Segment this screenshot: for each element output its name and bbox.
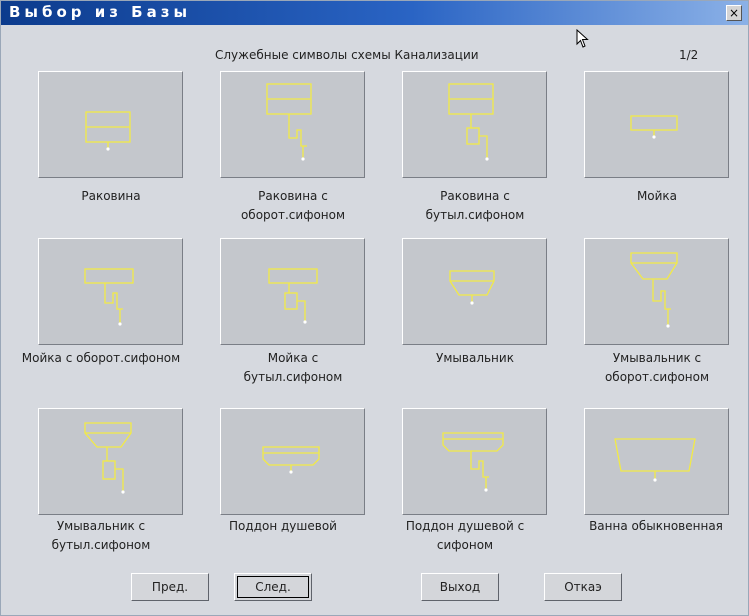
tile-caption: Мойка — [636, 189, 678, 203]
tile-caption: Мойка с оборот.сифоном — [21, 351, 181, 365]
washbasin-symbol-icon — [449, 270, 495, 305]
dialog-window: Выбор из Базы × Служебные символы схемы … — [0, 0, 749, 616]
tile-caption: Раковина с оборот.сифоном — [240, 189, 346, 222]
washbasin-with-bottle-trap-symbol-icon — [84, 422, 132, 494]
title-bar[interactable]: Выбор из Базы × — [1, 1, 748, 25]
sink-symbol-icon — [85, 111, 131, 151]
symbol-tile-sink[interactable] — [38, 71, 183, 178]
kitchen-sink-with-bottle-trap-symbol-icon — [268, 268, 318, 324]
symbol-tile-shower-tray[interactable] — [220, 408, 365, 515]
tile-caption: Умывальник с оборот.сифоном — [604, 351, 710, 384]
shower-tray-with-trap-symbol-icon — [442, 432, 504, 492]
tile-caption: Раковина с бутыл.сифоном — [425, 189, 525, 222]
window-title: Выбор из Базы — [9, 3, 192, 21]
symbol-tile-washbasin-trap[interactable] — [584, 238, 729, 345]
sink-with-bottle-trap-symbol-icon — [448, 83, 494, 161]
tile-caption: Умывальник с бутыл.сифоном — [51, 519, 151, 552]
next-button[interactable]: След. — [234, 573, 312, 601]
symbol-tile-kitchen-sink-bottle-trap[interactable] — [220, 238, 365, 345]
symbol-tile-kitchen-sink-trap[interactable] — [38, 238, 183, 345]
symbol-tile-sink-trap[interactable] — [220, 71, 365, 178]
washbasin-with-trap-symbol-icon — [630, 252, 678, 328]
tile-caption: Поддон душевой с сифоном — [405, 519, 525, 552]
tile-caption: Поддон душевой — [229, 519, 337, 533]
cancel-button[interactable]: Откаэ — [544, 573, 622, 601]
page-indicator: 1/2 — [679, 48, 699, 62]
symbol-tile-sink-bottle-trap[interactable] — [402, 71, 547, 178]
shower-tray-symbol-icon — [262, 446, 320, 474]
bathtub-symbol-icon — [614, 438, 696, 482]
symbol-tile-shower-tray-trap[interactable] — [402, 408, 547, 515]
category-label: Служебные символы схемы Канализации — [215, 48, 479, 62]
tile-caption: Раковина — [81, 189, 141, 203]
tile-caption: Ванна обыкновенная — [589, 519, 723, 533]
kitchen-sink-with-trap-symbol-icon — [84, 268, 134, 326]
symbol-tile-washbasin-bottle-trap[interactable] — [38, 408, 183, 515]
symbol-tile-bathtub[interactable] — [584, 408, 729, 515]
symbol-tile-kitchen-sink[interactable] — [584, 71, 729, 178]
sink-with-trap-symbol-icon — [266, 83, 312, 161]
close-button[interactable]: × — [726, 5, 742, 21]
symbol-tile-washbasin[interactable] — [402, 238, 547, 345]
exit-button[interactable]: Выход — [421, 573, 499, 601]
mouse-cursor-icon — [576, 29, 589, 48]
prev-button[interactable]: Пред. — [131, 573, 209, 601]
kitchen-sink-symbol-icon — [630, 115, 678, 139]
tile-caption: Мойка с бутыл.сифоном — [243, 351, 343, 384]
tile-caption: Умывальник — [436, 351, 514, 365]
